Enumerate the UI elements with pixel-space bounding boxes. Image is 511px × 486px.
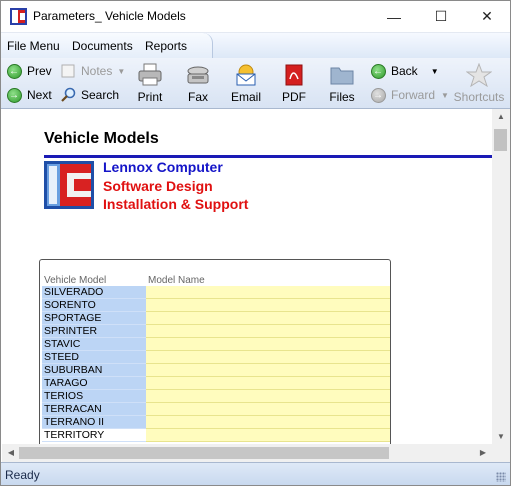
resize-grip-icon[interactable]: [496, 472, 506, 482]
prev-button[interactable]: ← Prev: [6, 63, 52, 79]
status-bar: Ready: [1, 462, 510, 485]
fax-button[interactable]: Fax: [175, 62, 221, 106]
pdf-button[interactable]: PDF: [271, 62, 317, 106]
email-button[interactable]: Email: [223, 62, 269, 106]
prev-label: Prev: [27, 64, 52, 78]
model-name-cell[interactable]: [146, 312, 390, 325]
app-logo-icon: [10, 8, 27, 25]
menu-reports[interactable]: Reports: [145, 39, 187, 53]
forward-label: Forward: [391, 88, 436, 102]
vehicle-model-cell[interactable]: SORENTO: [42, 299, 146, 312]
company-name-line: Lennox Computer: [103, 159, 223, 175]
forward-button[interactable]: → Forward ▼: [370, 87, 449, 103]
application-window: Parameters_ Vehicle Models — ☐ ✕ File Me…: [0, 0, 511, 486]
email-icon: [236, 64, 256, 86]
header-model-name: Model Name: [148, 275, 205, 286]
vehicle-model-cell[interactable]: SPORTAGE: [42, 312, 146, 325]
model-name-cell[interactable]: [146, 416, 390, 429]
fax-icon: [187, 66, 209, 84]
vehicle-model-cell[interactable]: TERRACAN: [42, 403, 146, 416]
title-bar[interactable]: Parameters_ Vehicle Models — ☐ ✕: [1, 1, 510, 32]
scroll-up-icon[interactable]: ▲: [492, 112, 510, 121]
notes-label: Notes: [81, 64, 113, 78]
vertical-scroll-thumb[interactable]: [494, 129, 507, 151]
prev-arrow-icon: ←: [6, 63, 22, 79]
back-label: Back: [391, 64, 418, 78]
search-button[interactable]: Search: [60, 87, 119, 103]
scroll-down-icon[interactable]: ▼: [492, 432, 510, 441]
scroll-right-icon[interactable]: ▶: [474, 448, 492, 457]
title-divider: [44, 155, 492, 158]
horizontal-scroll-thumb[interactable]: [19, 447, 389, 459]
search-icon: [60, 87, 76, 103]
pdf-label: PDF: [282, 90, 306, 104]
model-name-cell[interactable]: [146, 299, 390, 312]
print-button[interactable]: Print: [127, 62, 173, 106]
menu-bar: File Menu Documents Reports: [1, 32, 510, 59]
vehicle-model-cell[interactable]: SPRINTER: [42, 325, 146, 338]
print-label: Print: [137, 90, 163, 104]
model-name-cell[interactable]: [146, 351, 390, 364]
shortcuts-button[interactable]: Shortcuts: [451, 62, 507, 106]
printer-icon: [138, 63, 162, 86]
files-button[interactable]: Files: [319, 62, 365, 106]
folder-icon: [330, 67, 354, 85]
menu-file[interactable]: File Menu: [7, 39, 60, 53]
model-name-cell[interactable]: [146, 390, 390, 403]
model-name-cell[interactable]: [146, 429, 390, 442]
vehicle-model-column: SILVERADO SORENTO SPORTAGE SPRINTER STAVIC ST…: [42, 286, 146, 442]
files-label: Files: [329, 90, 355, 104]
notes-button[interactable]: Notes ▼: [60, 63, 125, 79]
company-tagline-1: Software Design: [103, 178, 213, 194]
scroll-left-icon[interactable]: ◀: [2, 448, 20, 457]
shortcuts-label: Shortcuts: [453, 90, 505, 104]
menu-documents[interactable]: Documents: [72, 39, 133, 53]
forward-dropdown-icon: ▼: [441, 90, 449, 100]
vehicle-model-grid: Vehicle Model Model Name SILVERADO SORENT…: [39, 259, 391, 444]
back-dropdown-icon: ▼: [430, 66, 439, 76]
header-vehicle-model: Vehicle Model: [44, 275, 107, 286]
vehicle-model-cell[interactable]: TARAGO: [42, 377, 146, 390]
vehicle-model-cell[interactable]: TERRANO II: [42, 416, 146, 429]
next-label: Next: [27, 88, 52, 102]
horizontal-scrollbar[interactable]: ◀ ▶: [2, 444, 492, 462]
document-view[interactable]: Vehicle Models Lennox Computer Software …: [2, 109, 492, 444]
model-name-cell[interactable]: [146, 338, 390, 351]
back-button[interactable]: ← Back ▼: [370, 63, 439, 79]
model-name-column: [146, 286, 390, 442]
scrollbar-corner: [492, 444, 510, 462]
close-button[interactable]: ✕: [464, 1, 510, 32]
vehicle-model-cell[interactable]: TERRITORY: [42, 429, 146, 442]
maximize-button[interactable]: ☐: [418, 1, 464, 32]
next-arrow-icon: →: [6, 87, 22, 103]
star-icon: [466, 63, 492, 87]
toolbar: ← Prev → Next Notes ▼ Search Print Fax E…: [1, 58, 510, 109]
email-label: Email: [230, 90, 261, 104]
window-title: Parameters_ Vehicle Models: [33, 9, 186, 23]
fax-label: Fax: [187, 90, 208, 104]
vertical-scrollbar[interactable]: ▲ ▼: [492, 109, 510, 444]
model-name-cell[interactable]: [146, 377, 390, 390]
company-logo: [44, 161, 94, 209]
vehicle-model-cell[interactable]: STEED: [42, 351, 146, 364]
status-text: Ready: [5, 468, 40, 482]
model-name-cell[interactable]: [146, 403, 390, 416]
company-tagline-2: Installation & Support: [103, 196, 249, 212]
model-name-cell[interactable]: [146, 325, 390, 338]
page-title: Vehicle Models: [44, 130, 159, 147]
search-label: Search: [81, 88, 120, 102]
notes-dropdown-icon: ▼: [117, 66, 126, 76]
model-name-cell[interactable]: [146, 364, 390, 377]
vehicle-model-cell[interactable]: TERIOS: [42, 390, 146, 403]
back-arrow-icon: ←: [370, 63, 386, 79]
vehicle-model-cell[interactable]: SILVERADO: [42, 286, 146, 299]
vehicle-model-cell[interactable]: STAVIC: [42, 338, 146, 351]
pdf-icon: [285, 64, 303, 86]
minimize-button[interactable]: —: [371, 1, 417, 32]
vehicle-model-cell[interactable]: SUBURBAN: [42, 364, 146, 377]
next-button[interactable]: → Next: [6, 87, 52, 103]
model-name-cell[interactable]: [146, 286, 390, 299]
notes-icon: [60, 63, 76, 79]
forward-arrow-icon: →: [370, 87, 386, 103]
